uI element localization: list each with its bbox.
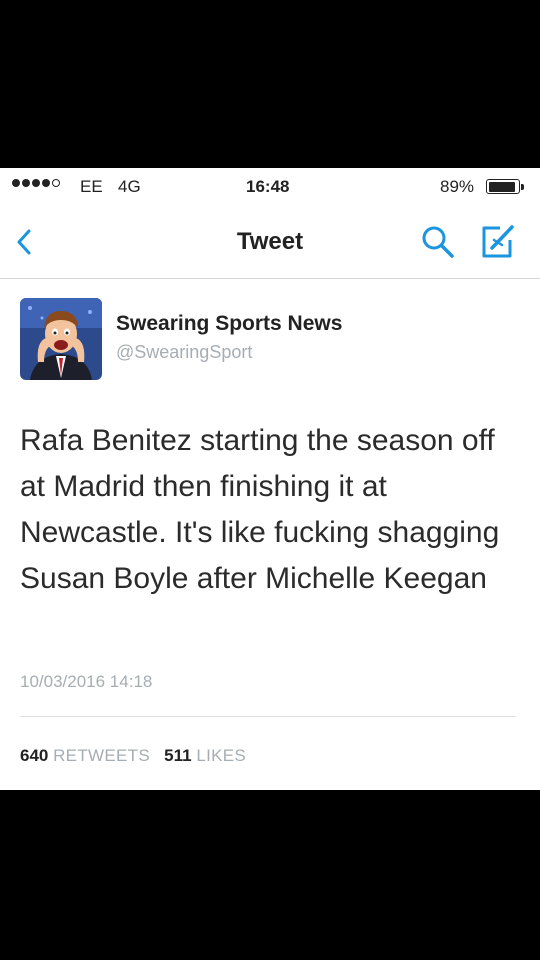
compose-icon[interactable] bbox=[478, 222, 518, 260]
likes-stat[interactable]: 511 LIKES bbox=[164, 746, 246, 765]
tweet-timestamp: 10/03/2016 14:18 bbox=[20, 672, 153, 691]
avatar[interactable] bbox=[20, 298, 102, 380]
signal-strength-icon bbox=[12, 179, 60, 187]
retweets-label: RETWEETS bbox=[53, 746, 150, 765]
author-name[interactable]: Swearing Sports News bbox=[116, 312, 342, 336]
retweets-stat[interactable]: 640 RETWEETS bbox=[20, 746, 155, 765]
carrier-name: EE bbox=[80, 177, 103, 196]
search-icon[interactable] bbox=[420, 224, 456, 260]
status-time: 16:48 bbox=[246, 177, 290, 196]
divider bbox=[20, 716, 516, 717]
network-type: 4G bbox=[118, 177, 141, 196]
status-bar: EE 4G 16:48 89% bbox=[0, 168, 540, 206]
likes-label: LIKES bbox=[196, 746, 247, 765]
likes-count: 511 bbox=[164, 746, 192, 765]
tweet-screen: EE 4G 16:48 89% Tweet Swearing Sports Ne… bbox=[0, 168, 540, 790]
page-title: Tweet bbox=[236, 228, 304, 255]
battery-icon bbox=[486, 179, 524, 194]
tweet-stats: 640 RETWEETS 511 LIKES bbox=[20, 746, 246, 766]
retweets-count: 640 bbox=[20, 746, 49, 765]
tweet-text: Rafa Benitez starting the season off at … bbox=[20, 424, 500, 595]
battery-percent: 89% bbox=[440, 177, 475, 196]
navigation-bar: Tweet bbox=[0, 206, 540, 279]
author-handle[interactable]: @SwearingSport bbox=[116, 342, 252, 363]
